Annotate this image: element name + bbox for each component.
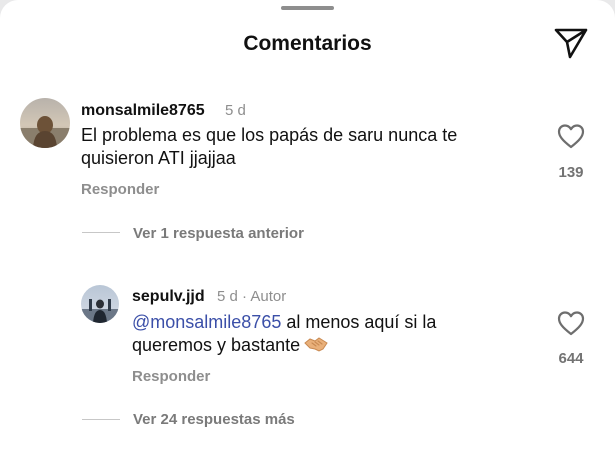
comment-text-line-1: @monsalmile8765 al menos aquí si la (132, 312, 437, 332)
mention-link[interactable]: @monsalmile8765 (132, 312, 281, 332)
reply-button[interactable]: Responder (132, 368, 210, 385)
paper-plane-icon[interactable] (553, 26, 589, 60)
like-count: 644 (558, 350, 584, 367)
comment-timestamp: 5 d · Autor (217, 288, 287, 305)
comment-text-line-2: queremos y bastante (132, 334, 328, 357)
handshake-emoji-icon (304, 337, 328, 352)
thread-divider (82, 232, 120, 233)
reply-button[interactable]: Responder (81, 181, 159, 198)
comments-sheet: Comentarios monsalmile8765 5 d El proble… (0, 0, 615, 450)
comment-username[interactable]: monsalmile8765 (81, 102, 205, 120)
comment-text-line-2: quisieron ATI jjajjaa (81, 148, 236, 168)
author-badge: Autor (250, 288, 287, 305)
heart-icon[interactable] (557, 310, 585, 336)
comment-timestamp: 5 d (225, 102, 246, 119)
sheet-grabber-handle[interactable] (281, 6, 334, 10)
like-count: 139 (558, 164, 584, 181)
comment-text-line-1: El problema es que los papás de saru nun… (81, 125, 458, 145)
avatar[interactable] (81, 285, 119, 323)
comment-username[interactable]: sepulv.jjd (132, 288, 205, 306)
thread-divider (82, 419, 120, 420)
avatar[interactable] (20, 98, 70, 148)
view-more-replies-link[interactable]: Ver 24 respuestas más (133, 411, 295, 428)
page-title: Comentarios (243, 32, 372, 55)
view-previous-replies-link[interactable]: Ver 1 respuesta anterior (133, 225, 304, 242)
heart-icon[interactable] (557, 123, 585, 149)
